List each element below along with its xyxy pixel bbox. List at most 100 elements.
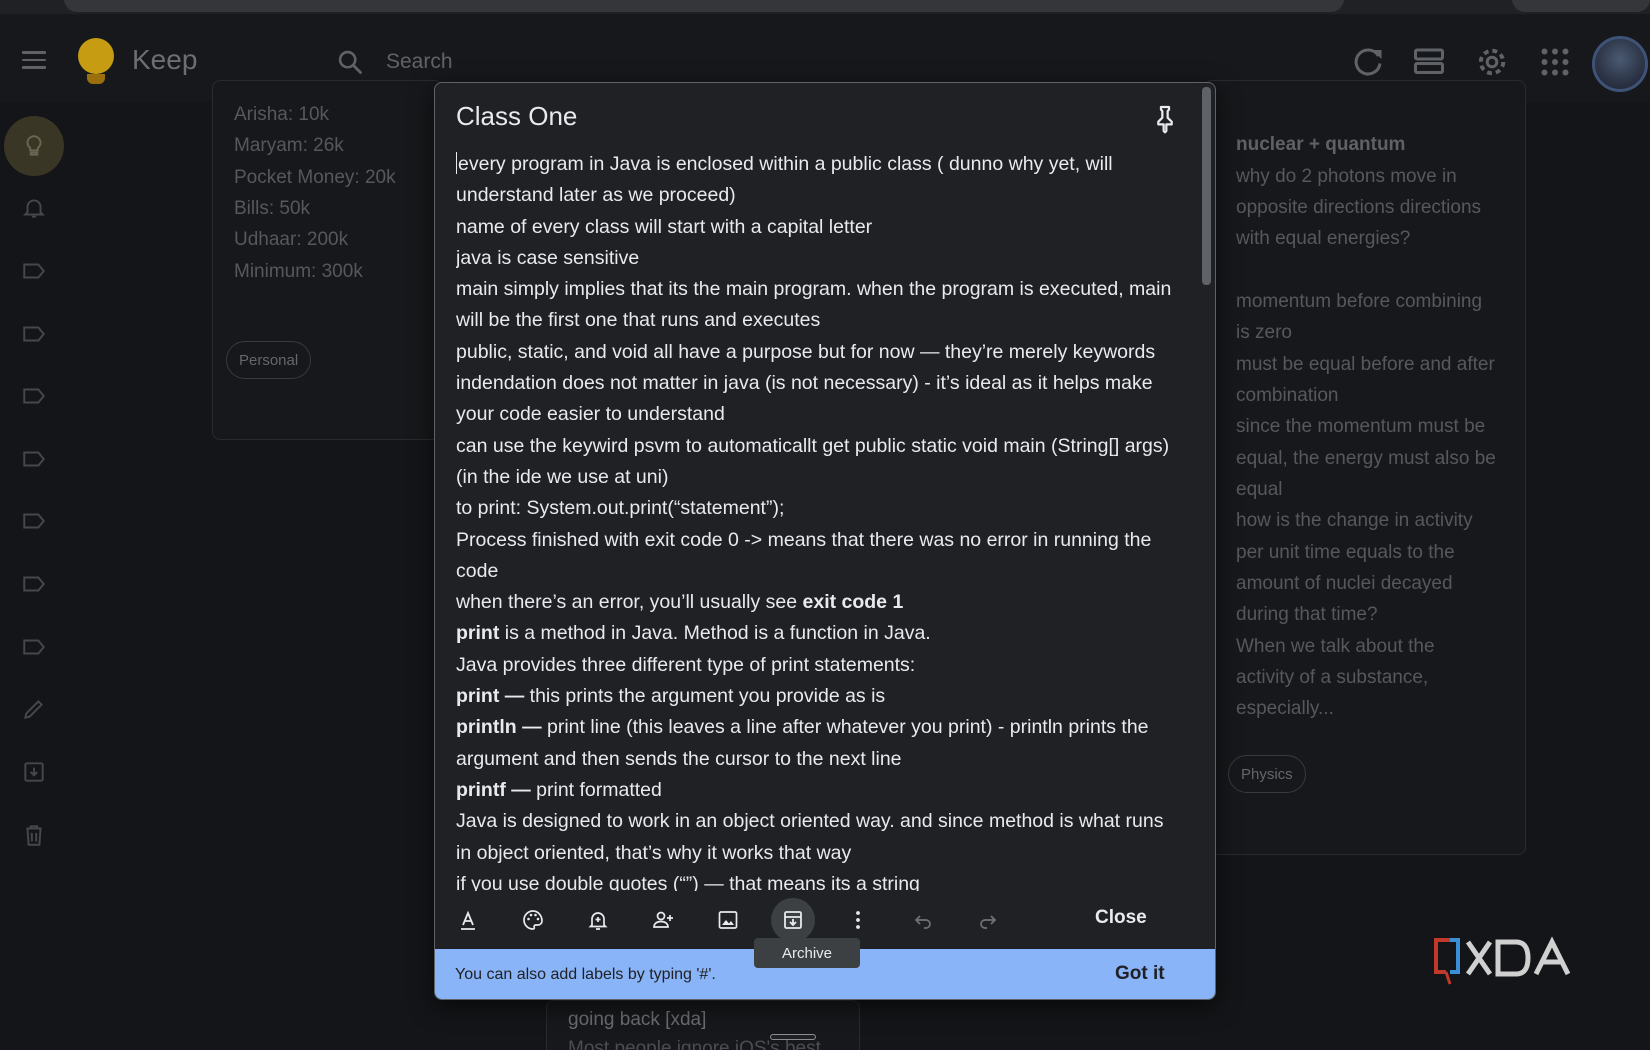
archive-button[interactable]: [771, 898, 815, 942]
remind-me-button[interactable]: [576, 898, 620, 942]
sidebar-item-label-5[interactable]: [14, 501, 54, 541]
note-line: per unit time equals to the: [1236, 542, 1455, 563]
note-body-line: code: [456, 556, 1196, 587]
labels-tip-text: You can also add labels by typing '#'.: [455, 966, 716, 983]
note-body-line: when there’s an error, you’ll usually se…: [456, 587, 1196, 618]
note-body-line: println — print line (this leaves a line…: [456, 712, 1196, 743]
note-body-line: main simply implies that its the main pr…: [456, 274, 1196, 305]
got-it-button[interactable]: Got it: [1115, 963, 1165, 985]
refresh-icon[interactable]: [1350, 44, 1386, 80]
note-line: especially...: [1236, 698, 1334, 719]
note-body-line: java is case sensitive: [456, 243, 1196, 274]
sidebar-item-reminders[interactable]: [14, 188, 54, 228]
redo-button[interactable]: [966, 898, 1010, 942]
bell-icon: [22, 199, 46, 218]
note-text-segment: when there’s an error, you’ll usually se…: [456, 591, 803, 614]
note-line: activity of a substance,: [1236, 667, 1429, 688]
note-line: Arisha: 10k: [234, 104, 330, 125]
note-body-line: can use the keywird psvm to automaticall…: [456, 431, 1196, 462]
sidebar-item-trash[interactable]: [14, 815, 54, 855]
label-icon: [23, 263, 46, 279]
label-icon: [23, 576, 46, 592]
sidebar-item-label-7[interactable]: [14, 627, 54, 667]
label-chip-personal[interactable]: Personal: [226, 341, 312, 379]
search-input[interactable]: Search: [386, 50, 453, 74]
note-text-segment: will be the first one that runs and exec…: [456, 309, 821, 332]
note-line: Bills: 50k: [234, 198, 311, 219]
note-line: how is the change in activity: [1236, 510, 1473, 531]
note-title-input[interactable]: Class One: [456, 101, 577, 132]
sidebar-item-notes[interactable]: [4, 116, 64, 176]
note-body-line: Java is designed to work in an object or…: [456, 806, 1196, 837]
menu-icon-bar: [22, 51, 46, 54]
note-line: Udhaar: 200k: [234, 229, 349, 250]
note-text-segment: Java provides three different type of pr…: [456, 653, 916, 676]
sidebar-item-label-2[interactable]: [14, 314, 54, 354]
search-icon[interactable]: [336, 48, 364, 76]
formatting-button[interactable]: [446, 898, 490, 942]
note-scrollbar[interactable]: [1202, 87, 1211, 285]
sidebar-item-label-3[interactable]: [14, 376, 54, 416]
address-bar[interactable]: [64, 0, 1344, 12]
palette-icon: [523, 910, 543, 930]
text-format-icon: [461, 910, 475, 930]
apps-grid-icon[interactable]: [1537, 44, 1573, 80]
undo-icon: [914, 915, 931, 929]
sidebar-item-edit-labels[interactable]: [14, 689, 54, 729]
note-body-line: argument and then sends the cursor to th…: [456, 744, 1196, 775]
label-icon: [23, 326, 46, 342]
note-body-line: to print: System.out.print(“statement”);: [456, 493, 1196, 524]
collaborator-button[interactable]: [641, 898, 685, 942]
note-body-line: print is a method in Java. Method is a f…: [456, 618, 1196, 649]
note-body-line: understand later as we proceed): [456, 180, 1196, 211]
note-body-input[interactable]: every program in Java is enclosed within…: [456, 149, 1196, 957]
note-line: amount of nuclei decayed: [1236, 573, 1453, 594]
account-avatar[interactable]: [1592, 36, 1648, 92]
sidebar-item-label-6[interactable]: [14, 564, 54, 604]
note-line: must be equal before and after: [1236, 354, 1495, 375]
label-icon: [23, 451, 46, 467]
note-text-segment: is a method in Java. Method is a functio…: [499, 622, 931, 645]
background-options-button[interactable]: [511, 898, 555, 942]
drag-handle[interactable]: [770, 1034, 816, 1040]
menu-icon-bar: [22, 58, 46, 62]
main-menu-button[interactable]: [14, 40, 54, 80]
pencil-icon: [23, 700, 43, 720]
redo-icon: [980, 915, 997, 929]
note-body-line: Java provides three different type of pr…: [456, 650, 1196, 681]
label-chip-physics[interactable]: Physics: [1228, 755, 1306, 793]
sidebar-item-label-1[interactable]: [14, 251, 54, 291]
note-bold-segment: print —: [456, 685, 525, 708]
browser-profile-pill[interactable]: [1512, 0, 1650, 12]
sidebar-item-label-4[interactable]: [14, 439, 54, 479]
sidebar-item-archive[interactable]: [14, 752, 54, 792]
text-caret: [456, 152, 457, 174]
menu-icon-bar: [22, 66, 46, 69]
note-text-segment: java is case sensitive: [456, 246, 640, 269]
note-text-segment: main simply implies that its the main pr…: [456, 278, 1172, 301]
note-text-segment: name of every class will start with a ca…: [456, 215, 873, 238]
note-line: during that time?: [1236, 604, 1378, 625]
note-body-line: every program in Java is enclosed within…: [456, 149, 1196, 180]
list-view-icon[interactable]: [1411, 44, 1447, 80]
note-bold-segment: printf —: [456, 778, 531, 801]
lightbulb-icon: [26, 135, 42, 156]
keep-logo-icon[interactable]: [76, 38, 116, 86]
xda-logo-icon: [1434, 936, 1571, 985]
note-bold-segment: exit code 1: [802, 591, 904, 614]
archive-icon: [21, 762, 44, 782]
pin-icon[interactable]: [1149, 103, 1181, 135]
settings-gear-icon[interactable]: [1474, 44, 1510, 80]
close-button[interactable]: Close: [1095, 907, 1147, 929]
note-body-line: print — this prints the argument you pro…: [456, 681, 1196, 712]
note-card-budget[interactable]: [212, 80, 442, 440]
note-bold-segment: print: [456, 622, 500, 645]
collaborator-icon: [653, 911, 673, 928]
add-image-button[interactable]: [706, 898, 750, 942]
note-title: going back [xda]: [568, 1009, 707, 1030]
note-line: with equal energies?: [1236, 228, 1411, 249]
more-options-button[interactable]: [836, 898, 880, 942]
note-text-segment: Java is designed to work in an object or…: [456, 810, 1164, 833]
undo-button[interactable]: [901, 898, 945, 942]
reminder-icon: [588, 912, 608, 930]
